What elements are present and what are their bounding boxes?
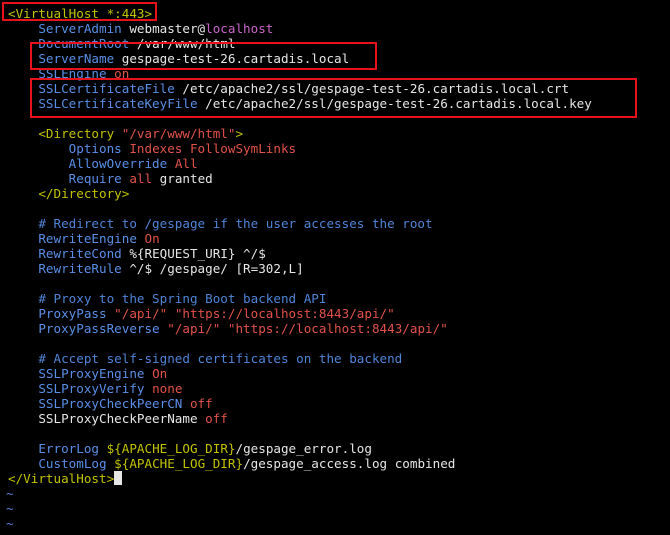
- code-line[interactable]: # Proxy to the Spring Boot backend API: [8, 291, 326, 306]
- code-line[interactable]: SSLCertificateKeyFile /etc/apache2/ssl/g…: [8, 96, 592, 111]
- code-token: AllowOverride: [8, 156, 168, 171]
- code-line[interactable]: SSLCertificateFile /etc/apache2/ssl/gesp…: [8, 81, 569, 96]
- code-token: granted: [152, 171, 213, 186]
- code-token: >: [235, 126, 244, 141]
- code-token: On: [136, 231, 160, 246]
- code-line[interactable]: DocumentRoot /var/www/html: [8, 36, 235, 51]
- code-line[interactable]: AllowOverride All: [8, 156, 198, 171]
- code-token: SSLCertificateFile: [8, 81, 175, 96]
- code-line[interactable]: # Accept self-signed certificates on the…: [8, 351, 402, 366]
- code-token: "/var/www/html": [114, 126, 236, 141]
- code-token: SSLProxyEngine: [8, 366, 145, 381]
- code-token: /etc/apache2/ssl/gespage-test-26.cartadi…: [174, 81, 570, 96]
- code-line[interactable]: RewriteRule ^/$ /gespage/ [R=302,L]: [8, 261, 304, 276]
- code-line[interactable]: ServerAdmin webmaster@localhost: [8, 21, 273, 36]
- empty-line-tilde: ~: [6, 501, 14, 516]
- code-token: ErrorLog: [8, 441, 99, 456]
- code-line[interactable]: ProxyPass "/api/" "https://localhost:844…: [8, 306, 395, 321]
- code-token: DocumentRoot: [8, 36, 130, 51]
- code-token: ProxyPass: [8, 306, 107, 321]
- code-line[interactable]: # Redirect to /gespage if the user acces…: [8, 216, 433, 231]
- code-token: /gespage_error.log: [235, 441, 372, 456]
- code-line[interactable]: </Directory>: [8, 186, 129, 201]
- code-token: RewriteRule: [8, 261, 122, 276]
- code-token: SSLProxyCheckPeerName: [8, 411, 198, 426]
- code-line[interactable]: <VirtualHost *:443>: [8, 6, 152, 21]
- code-token: SSLProxyVerify: [8, 381, 145, 396]
- code-token: Require: [8, 171, 122, 186]
- code-token: on: [106, 66, 130, 81]
- code-line[interactable]: Require all granted: [8, 171, 213, 186]
- code-token: webmaster@: [121, 21, 206, 36]
- code-line[interactable]: SSLEngine on: [8, 66, 129, 81]
- empty-line-tilde: ~: [6, 516, 14, 531]
- code-line[interactable]: SSLProxyCheckPeerName off: [8, 411, 228, 426]
- code-token: ${APACHE_LOG_DIR}: [106, 456, 244, 471]
- code-token: "/api/" "https://localhost:8443/api/": [159, 321, 448, 336]
- code-token: SSLEngine: [8, 66, 107, 81]
- code-token: # Accept self-signed certificates on the…: [8, 351, 403, 366]
- code-token: On: [144, 366, 168, 381]
- code-token: /etc/apache2/ssl/gespage-test-26.cartadi…: [197, 96, 592, 111]
- code-token: /gespage_access.log combined: [243, 456, 456, 471]
- code-line[interactable]: ProxyPassReverse "/api/" "https://localh…: [8, 321, 448, 336]
- code-line[interactable]: SSLProxyEngine On: [8, 366, 167, 381]
- code-token: none: [144, 381, 183, 396]
- code-token: All: [167, 156, 198, 171]
- code-line[interactable]: RewriteCond %{REQUEST_URI} ^/$: [8, 246, 266, 261]
- code-token: localhost: [205, 21, 274, 36]
- code-token: RewriteCond: [8, 246, 122, 261]
- code-line[interactable]: CustomLog ${APACHE_LOG_DIR}/gespage_acce…: [8, 456, 455, 471]
- code-token: off: [197, 411, 228, 426]
- code-line[interactable]: RewriteEngine On: [8, 231, 160, 246]
- code-token: <VirtualHost *:443>: [8, 6, 153, 21]
- code-token: ^/$ /gespage/ [R=302,L]: [121, 261, 304, 276]
- code-token: # Proxy to the Spring Boot backend API: [8, 291, 327, 306]
- code-token: ${APACHE_LOG_DIR}: [99, 441, 236, 456]
- code-token: Indexes FollowSymLinks: [121, 141, 297, 156]
- code-token: Options: [8, 141, 122, 156]
- code-line[interactable]: ErrorLog ${APACHE_LOG_DIR}/gespage_error…: [8, 441, 372, 456]
- code-token: "/api/" "https://localhost:8443/api/": [106, 306, 395, 321]
- vim-editor[interactable]: <VirtualHost *:443> ServerAdmin webmaste…: [0, 0, 670, 535]
- code-line[interactable]: SSLProxyCheckPeerCN off: [8, 396, 213, 411]
- code-line[interactable]: </VirtualHost>: [8, 471, 123, 486]
- empty-line-tilde: ~: [6, 486, 14, 501]
- code-token: CustomLog: [8, 456, 107, 471]
- code-token: # Redirect to /gespage if the user acces…: [8, 216, 433, 231]
- code-token: </Directory>: [8, 186, 130, 201]
- code-token: RewriteEngine: [8, 231, 137, 246]
- code-token: %{REQUEST_URI} ^/$: [121, 246, 266, 261]
- code-line[interactable]: SSLProxyVerify none: [8, 381, 182, 396]
- code-token: </VirtualHost>: [8, 471, 115, 486]
- code-token: /var/www/html: [129, 36, 236, 51]
- code-token: ProxyPassReverse: [8, 321, 160, 336]
- code-token: SSLCertificateKeyFile: [8, 96, 198, 111]
- code-token: all: [121, 171, 153, 186]
- text-cursor: [114, 471, 123, 485]
- code-token: SSLProxyCheckPeerCN: [8, 396, 183, 411]
- code-token: off: [182, 396, 213, 411]
- code-token: ServerAdmin: [8, 21, 122, 36]
- code-line[interactable]: Options Indexes FollowSymLinks: [8, 141, 296, 156]
- code-line[interactable]: <Directory "/var/www/html">: [8, 126, 243, 141]
- code-token: gespage-test-26.cartadis.local: [114, 51, 350, 66]
- code-token: ServerName: [8, 51, 115, 66]
- code-line[interactable]: ServerName gespage-test-26.cartadis.loca…: [8, 51, 349, 66]
- code-token: <Directory: [8, 126, 115, 141]
